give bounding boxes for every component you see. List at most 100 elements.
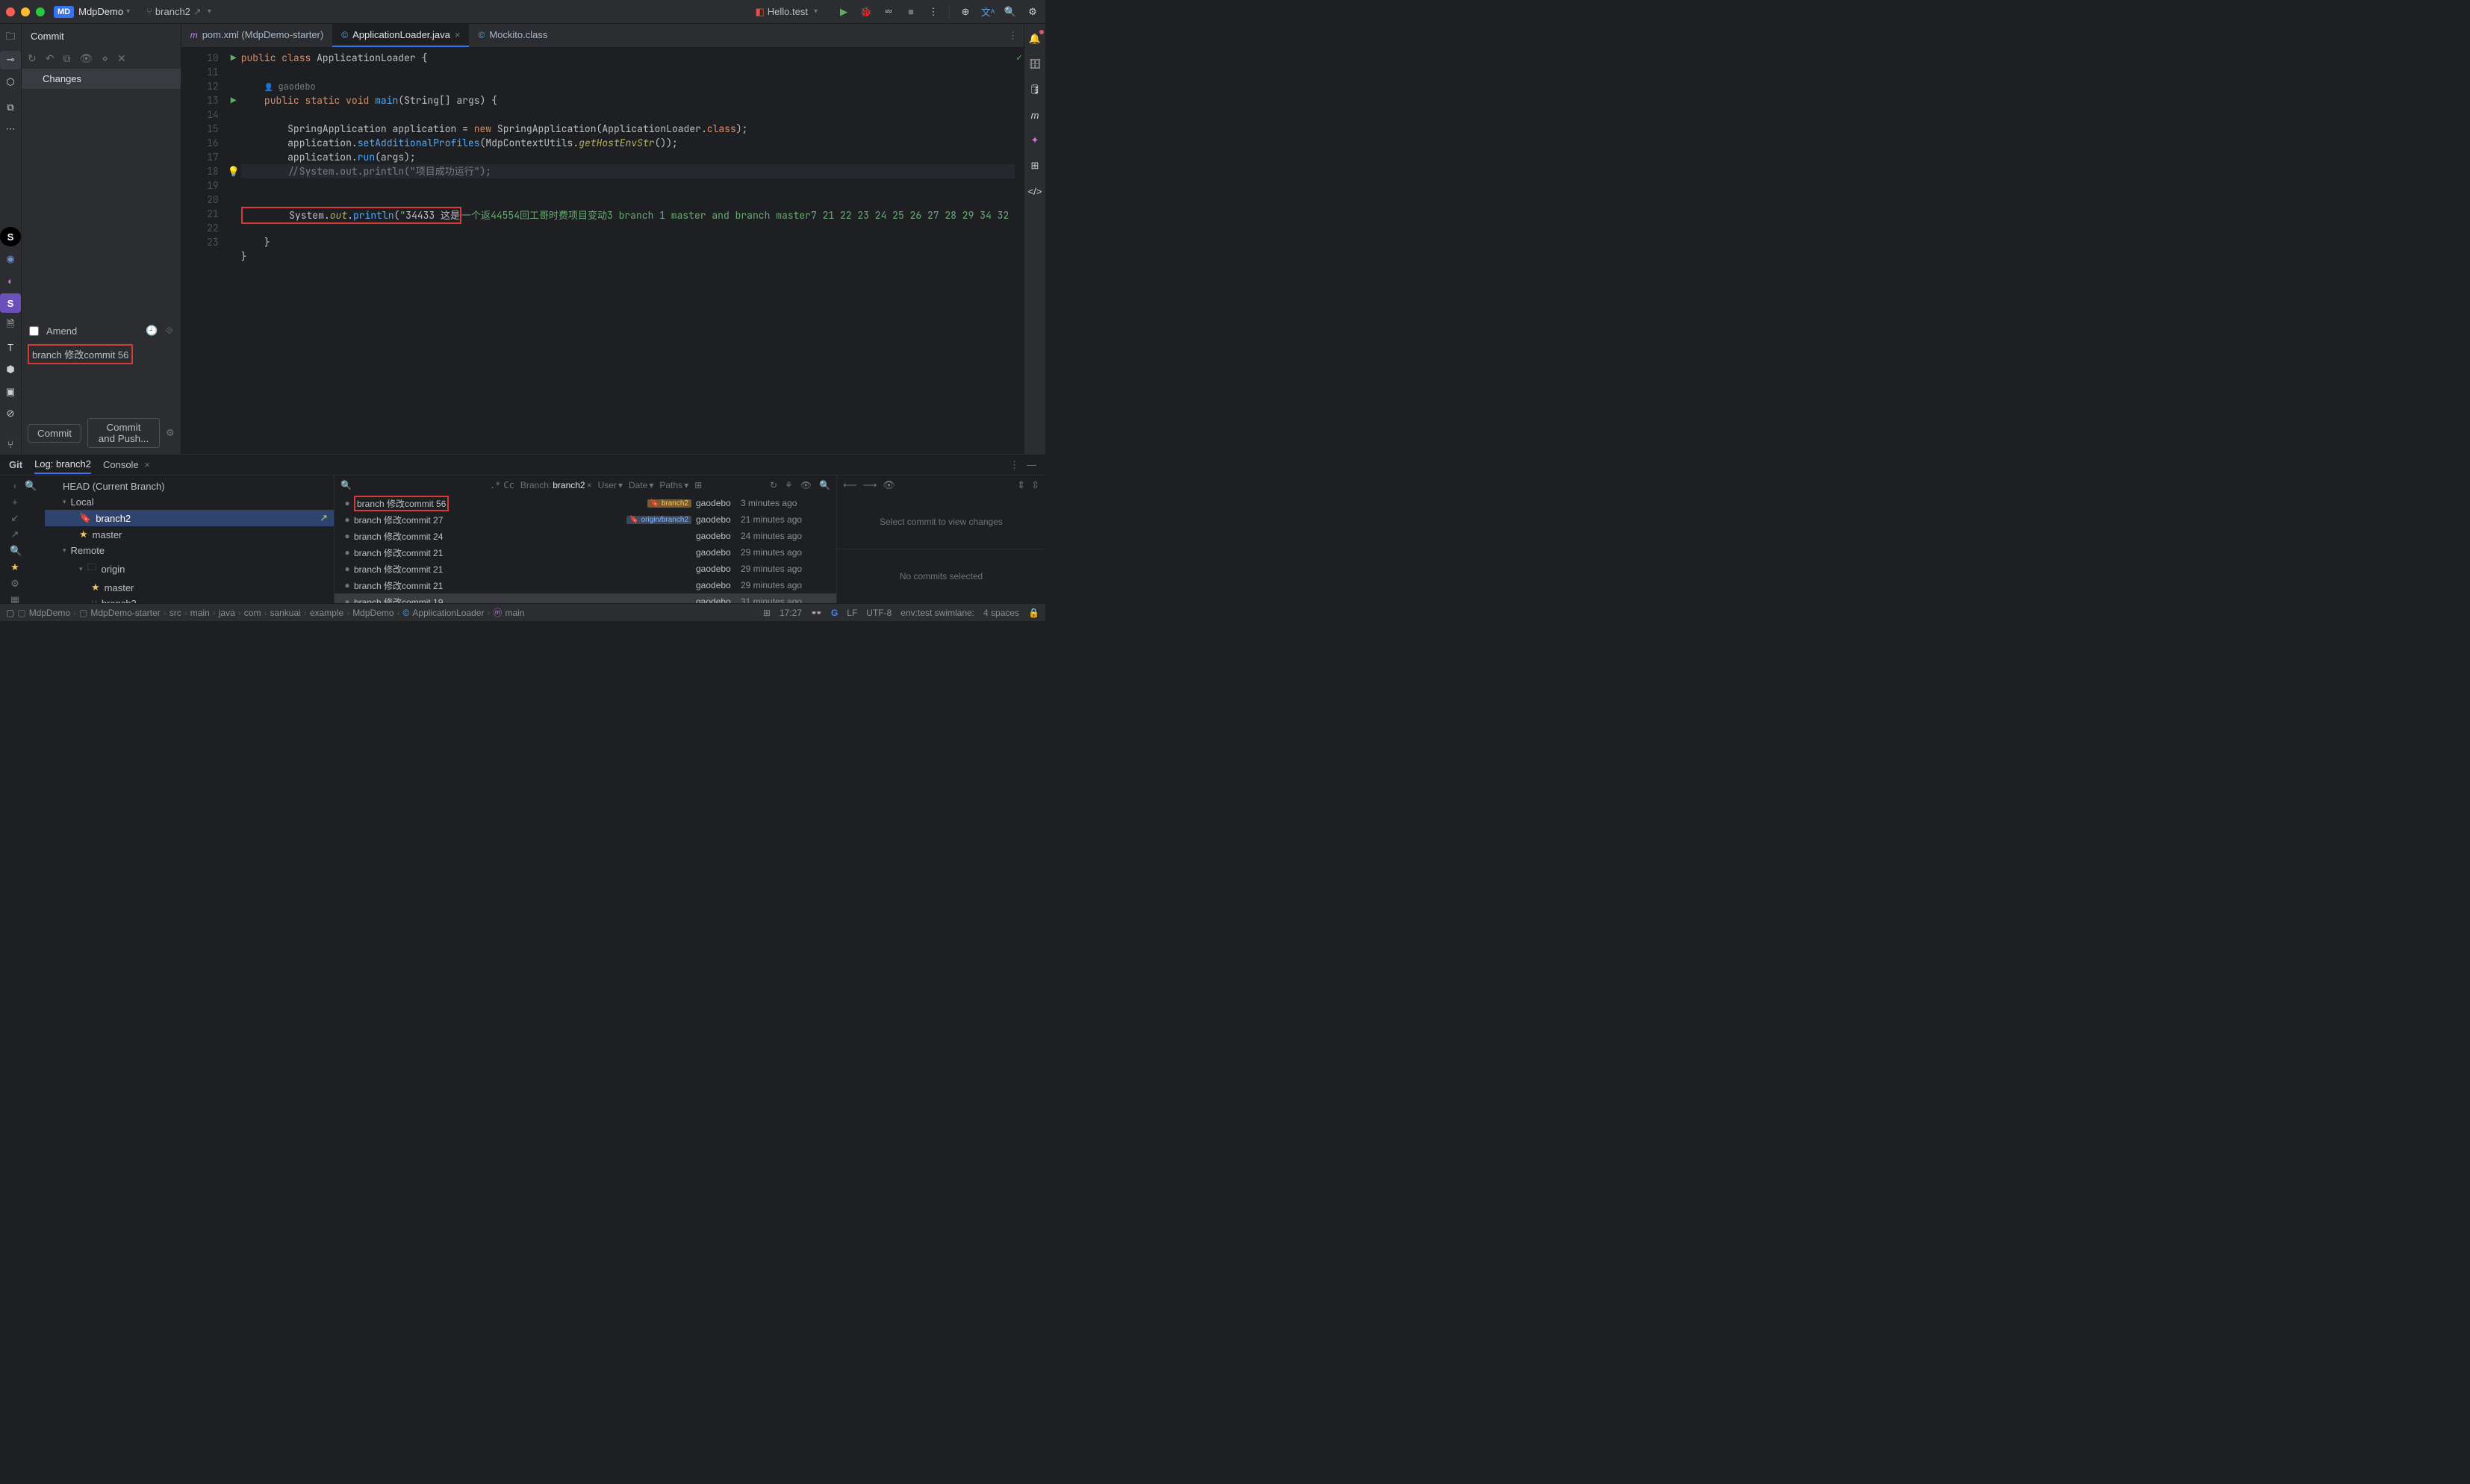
breadcrumb-item[interactable]: ⓜ main (493, 606, 524, 619)
amend-checkbox[interactable] (29, 326, 39, 336)
paths-filter[interactable]: Paths ▾ (659, 480, 688, 490)
refresh-icon[interactable]: ↻ (28, 52, 37, 65)
lock-icon[interactable]: 🔒 (1028, 608, 1039, 618)
panel-options-icon[interactable]: ⋮ (1010, 459, 1019, 471)
breadcrumb-item[interactable]: ▢ MdpDemo-starter (79, 608, 161, 618)
changes-node[interactable]: Changes (22, 69, 181, 89)
ai-icon[interactable]: ⟐ (165, 325, 172, 337)
commit-settings-icon[interactable]: ⚙ (166, 427, 175, 439)
structure-tool-icon[interactable]: ⬡ (0, 72, 21, 92)
translate-icon[interactable]: 文A (981, 5, 995, 19)
fetch-icon[interactable]: 🔍 (10, 545, 20, 557)
changelist-icon[interactable]: ⋄ (102, 52, 108, 65)
notifications-icon[interactable]: 🔔 (1024, 28, 1045, 49)
commit-and-push-button[interactable]: Commit and Push... (87, 418, 160, 448)
commit-tool-icon[interactable]: ⊸ (0, 51, 21, 70)
branch-item[interactable]: ★master (45, 526, 334, 543)
refresh-log-icon[interactable]: ↻ (770, 480, 777, 490)
collapse-all-icon[interactable]: ⇳ (1031, 479, 1039, 491)
services-s-icon[interactable]: S (0, 227, 21, 246)
regex-toggle[interactable]: .* (490, 480, 500, 490)
close-icon[interactable]: × (455, 29, 461, 40)
breadcrumb-item[interactable]: MdpDemo (352, 608, 393, 618)
git-tab[interactable]: Git (9, 456, 22, 473)
settings-icon[interactable]: ⚙ (1026, 5, 1039, 19)
editor-tab[interactable]: ©Mockito.class (469, 24, 556, 47)
commit-row[interactable]: ●branch 修改commit 21gaodebo29 minutes ago (335, 577, 836, 593)
memory-indicator-icon[interactable]: ⊞ (763, 608, 771, 618)
local-node[interactable]: ▾ Local (45, 494, 334, 510)
code-with-me-icon[interactable]: ⊕ (959, 5, 972, 19)
commit-list[interactable]: ●branch 修改commit 56🔖 branch2gaodebo3 min… (335, 495, 836, 603)
breadcrumb-item[interactable]: sankuai (270, 608, 300, 618)
more-actions-icon[interactable]: ⋮ (927, 5, 940, 19)
branch-selector[interactable]: ⑂ branch2 ↗ ▾ (140, 4, 228, 19)
inspection-ok-icon[interactable]: ✓ (1015, 48, 1024, 63)
breadcrumb-item[interactable]: example (310, 608, 343, 618)
collapse-icon[interactable]: ‹ (10, 480, 20, 492)
run-icon[interactable]: ▶ (837, 5, 850, 19)
file-encoding[interactable]: UTF-8 (866, 608, 892, 618)
breadcrumb-item[interactable]: src (169, 608, 181, 618)
git-tool-icon[interactable]: ⑂ (0, 434, 21, 454)
more-tools-icon[interactable]: ⋯ (0, 120, 21, 140)
line-separator[interactable]: LF (847, 608, 857, 618)
purple-s-icon[interactable]: S (0, 293, 21, 313)
branch-item[interactable]: 🔖branch2↗ (45, 510, 334, 526)
push-icon[interactable]: ↗ (10, 529, 20, 540)
circle-tool-icon[interactable]: ◉ (0, 249, 21, 269)
expand-all-icon[interactable]: ⇕ (1017, 479, 1025, 491)
eye-icon[interactable]: 👁 (79, 52, 93, 65)
bookmarks-icon[interactable]: ⧉ (0, 98, 21, 117)
user-filter[interactable]: User ▾ (598, 480, 623, 490)
env-indicator[interactable]: env:test swimlane: (900, 608, 974, 618)
breadcrumb-item[interactable]: © ApplicationLoader (403, 608, 485, 618)
tab-actions-icon[interactable]: ⋮ (1008, 30, 1018, 42)
group-icon[interactable]: ✕ (117, 52, 126, 65)
commit-row[interactable]: ●branch 修改commit 21gaodebo29 minutes ago (335, 544, 836, 561)
breadcrumb-item[interactable]: ▢ MdpDemo (17, 608, 70, 618)
branch-item[interactable]: ★master (45, 579, 334, 596)
layout-icon[interactable]: ▦ (10, 594, 20, 603)
run-with-coverage-icon[interactable]: ⮹ (882, 5, 895, 19)
breadcrumb-item[interactable]: main (190, 608, 210, 618)
commit-row[interactable]: ●branch 修改commit 24gaodebo24 minutes ago (335, 528, 836, 544)
rollback-icon[interactable]: ↶ (46, 52, 55, 65)
branch-item[interactable]: ⑂branch2 (45, 596, 334, 603)
commit-row[interactable]: ●branch 修改commit 21gaodebo29 minutes ago (335, 561, 836, 577)
database-icon[interactable]: 🗄 (1024, 54, 1045, 75)
editor-tab[interactable]: mpom.xml (MdpDemo-starter) (181, 24, 333, 47)
breadcrumb-item[interactable]: java (219, 608, 235, 618)
remote-node[interactable]: ▾ Remote (45, 543, 334, 558)
add-icon[interactable]: + (10, 496, 20, 508)
log-tab[interactable]: Log: branch2 (34, 455, 91, 474)
diff-icon[interactable]: ⧉ (63, 52, 70, 65)
project-tool-icon[interactable]: 🗀 (0, 28, 21, 48)
project-name[interactable]: MdpDemo (78, 6, 123, 17)
eye-icon[interactable]: 👁 (800, 480, 812, 490)
nav-bar-toggle-icon[interactable]: ▢ (6, 608, 14, 618)
commit-row[interactable]: ●branch 修改commit 56🔖 branch2gaodebo3 min… (335, 495, 836, 511)
favorite-icon[interactable]: ★ (10, 561, 20, 573)
problems-icon[interactable]: ⊘ (0, 404, 21, 423)
hexagon-tool-icon[interactable]: ⬢ (0, 360, 21, 379)
find-icon[interactable]: 🔍 (819, 480, 830, 490)
cherry-pick-icon[interactable]: ⚘ (785, 480, 793, 490)
head-node[interactable]: HEAD (Current Branch) (45, 478, 334, 494)
code-content[interactable]: public class ApplicationLoader { gaodebo… (241, 48, 1015, 454)
run-configuration[interactable]: ◧ Hello.test ▾ (755, 6, 828, 18)
gradle-icon[interactable]: 🛢 (1024, 79, 1045, 100)
next-change-icon[interactable]: ⟶ (863, 479, 877, 491)
ai-assistant-icon[interactable]: ✦ (1024, 130, 1045, 151)
debug-icon[interactable]: 🐞 (859, 5, 873, 19)
google-icon[interactable]: G (831, 608, 838, 618)
chevron-down-icon[interactable]: ▾ (126, 7, 130, 16)
minimize-panel-icon[interactable]: — (1027, 459, 1036, 471)
minimize-window-icon[interactable] (21, 7, 30, 16)
settings-icon[interactable]: ⚙ (10, 578, 20, 590)
search-icon[interactable]: 🔍 (1004, 5, 1017, 19)
editor-body[interactable]: 1011121314151617181920212223 ▶▶💡 public … (181, 48, 1024, 454)
commit-row[interactable]: ●branch 修改commit 27🔖 origin/branch2gaode… (335, 511, 836, 528)
document-tool-icon[interactable]: 🗎 (0, 316, 21, 335)
breadcrumb-item[interactable]: com (244, 608, 261, 618)
